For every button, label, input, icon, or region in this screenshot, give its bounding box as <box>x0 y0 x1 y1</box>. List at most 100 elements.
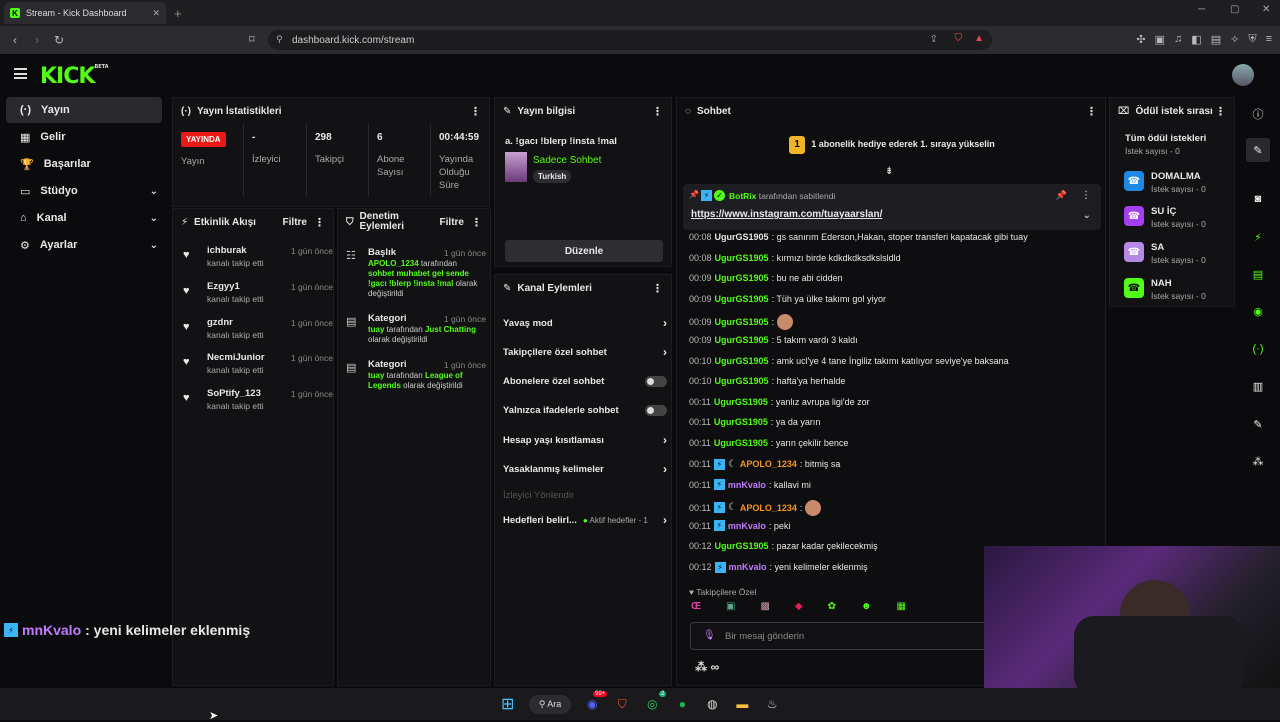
sidebar-item-ayarlar[interactable]: ⚙ Ayarlar ⌄ <box>6 232 162 258</box>
music-icon[interactable]: ♫ <box>1174 33 1182 46</box>
chat-username[interactable]: UgurGS1905 <box>715 335 769 345</box>
chat-bubble-icon[interactable]: ◉ <box>1246 299 1270 323</box>
more-options-icon[interactable]: ⋮ <box>652 282 663 295</box>
chat-username[interactable]: UgurGS1905 <box>714 417 768 427</box>
discord-icon[interactable]: ◉ 99+ <box>583 691 608 713</box>
all-rewards[interactable]: Tüm ödül istekleri İstek sayısı - 0 <box>1125 133 1206 156</box>
community-icon[interactable]: ⁂ <box>695 660 707 674</box>
file-explorer-icon[interactable]: ▬ <box>733 695 751 713</box>
chat-username[interactable]: UgurGS1905 <box>715 273 769 283</box>
maximize-icon[interactable]: ▢ <box>1230 4 1239 15</box>
notes-icon[interactable]: ▤ <box>1246 262 1270 286</box>
emote-icon[interactable]: ▩ <box>760 601 769 612</box>
emote-icon[interactable]: Œ <box>691 601 701 612</box>
subscribers-only-toggle[interactable] <box>645 375 667 387</box>
chat-username[interactable]: UgurGS1905 <box>715 376 769 386</box>
sidebar-item-kanal[interactable]: ⌂ Kanal ⌄ <box>6 205 162 231</box>
emote-icon[interactable]: ✿ <box>828 601 836 612</box>
chat-username[interactable]: UgurGS1905 <box>715 232 769 242</box>
reload-icon[interactable]: ↻ <box>48 33 70 47</box>
chat-username[interactable]: UgurGS1905 <box>715 253 769 263</box>
window-close-icon[interactable]: ✕ <box>1262 4 1270 15</box>
brave-shield-icon[interactable]: ⛉ <box>955 33 963 44</box>
menu-icon[interactable]: ≡ <box>1266 33 1272 46</box>
followers-only-row[interactable]: Takipçilere özel sohbet › <box>503 342 667 362</box>
brave-icon[interactable]: ⛉ <box>613 695 631 713</box>
infinity-icon[interactable]: ∞ <box>711 660 720 674</box>
user-avatar[interactable] <box>1232 64 1254 86</box>
minimize-icon[interactable]: ─ <box>1198 4 1205 15</box>
chat-username[interactable]: UgurGS1905 <box>715 294 769 304</box>
emote-icon[interactable]: ◆ <box>795 601 803 612</box>
share-icon[interactable]: ⇪ <box>930 34 938 45</box>
chat-username[interactable]: mnKvalo <box>729 562 767 572</box>
wallet-icon[interactable]: ▤ <box>1211 33 1221 46</box>
edit-layout-icon[interactable]: ✎ <box>1246 138 1270 162</box>
layers-icon[interactable]: ▥ <box>1246 374 1270 398</box>
back-icon[interactable]: ‹ <box>4 33 26 47</box>
chrome-icon[interactable]: ◍ <box>703 695 721 713</box>
chat-username[interactable]: UgurGS1905 <box>714 438 768 448</box>
kick-logo[interactable]: KICKBETA <box>40 64 109 89</box>
spotify-icon[interactable]: ● <box>673 695 691 713</box>
chat-username[interactable]: APOLO_1234 <box>740 459 797 469</box>
community-icon[interactable]: ⁂ <box>1246 449 1270 473</box>
sidebar-item-studyo[interactable]: ▭ Stüdyo ⌄ <box>6 178 162 204</box>
sidebar-item-basarilar[interactable]: 🏆 Başarılar <box>6 151 162 177</box>
chat-input[interactable]: 🎙 Bir mesaj gönderin <box>690 622 990 650</box>
more-options-icon[interactable]: ⋮ <box>471 216 482 229</box>
new-tab-button[interactable]: + <box>174 6 182 21</box>
chat-username[interactable]: UgurGS1905 <box>714 397 768 407</box>
emotes-only-toggle[interactable] <box>645 404 667 416</box>
forward-icon[interactable]: › <box>26 33 48 47</box>
goals-row[interactable]: Hedefleri belirl... ● Aktif hedefler - 1 › <box>503 510 667 530</box>
chat-username[interactable]: UgurGS1905 <box>715 541 769 551</box>
leo-icon[interactable]: ✧ <box>1230 33 1239 46</box>
emote-icon[interactable]: ▣ <box>726 601 735 612</box>
site-info-icon[interactable]: ⚲ <box>276 34 283 45</box>
brave-rewards-icon[interactable]: ▲ <box>974 33 984 44</box>
filter-button[interactable]: Filtre <box>283 217 307 228</box>
steam-icon[interactable]: ♨ <box>763 695 781 713</box>
chat-username[interactable]: UgurGS1905 <box>715 356 769 366</box>
windows-start-icon[interactable]: ⊞ <box>499 695 517 713</box>
edit-button[interactable]: Düzenle <box>505 240 663 262</box>
sidebar-toggle-icon[interactable]: ◧ <box>1191 33 1201 46</box>
sidebar-item-gelir[interactable]: ▦ Gelir <box>6 124 162 150</box>
emote-icon[interactable]: ▦ <box>897 601 906 612</box>
more-options-icon[interactable]: ⋮ <box>470 105 481 118</box>
emote-icon[interactable]: ☻ <box>861 601 872 612</box>
taskbar-search[interactable]: ⚲ Ara <box>528 694 572 714</box>
filter-button[interactable]: Filtre <box>440 217 464 228</box>
gift-promo[interactable]: 11 abonelik hediye ederek 1. sıraya yüks… <box>677 136 1107 154</box>
more-options-icon[interactable]: ⋮ <box>1086 105 1097 118</box>
lightning-icon[interactable]: ⚡ <box>1246 225 1270 249</box>
more-options-icon[interactable]: ⋮ <box>1215 105 1226 118</box>
chat-username[interactable]: UgurGS1905 <box>715 317 769 327</box>
broadcast-icon[interactable]: (·) <box>1246 337 1270 361</box>
wrench-icon[interactable]: ✎ <box>1246 412 1270 436</box>
chat-username[interactable]: mnKvalo <box>728 521 766 531</box>
expand-pinned-icon[interactable]: ⌄ <box>1083 210 1091 221</box>
account-age-row[interactable]: Hesap yaşı kısıtlaması › <box>503 430 667 450</box>
chat-username[interactable]: mnKvalo <box>728 480 766 490</box>
vpn-icon[interactable]: ⛨ <box>1248 33 1256 46</box>
more-options-icon[interactable]: ⋮ <box>1081 190 1091 201</box>
more-options-icon[interactable]: ⋮ <box>652 105 663 118</box>
camera-icon[interactable]: ◙ <box>1246 187 1270 211</box>
bookmark-icon[interactable]: ⌑ <box>249 33 255 46</box>
unpin-icon[interactable]: 📌 <box>1056 190 1067 201</box>
url-field[interactable]: ⚲ dashboard.kick.com/stream ⇪ ⛉ ▲ <box>268 30 992 50</box>
screenshot-icon[interactable]: ▣ <box>1155 33 1165 46</box>
chat-username[interactable]: APOLO_1234 <box>740 503 797 513</box>
info-icon[interactable]: ⓘ <box>1246 102 1270 126</box>
banned-words-row[interactable]: Yasaklanmış kelimeler › <box>503 459 667 479</box>
category-name[interactable]: Sadece Sohbet <box>533 155 601 166</box>
browser-tab[interactable]: K Stream - Kick Dashboard ✕ <box>4 2 166 24</box>
hamburger-menu-icon[interactable] <box>14 68 27 79</box>
pinned-link[interactable]: https://www.instagram.com/tuayaarslan/ <box>691 209 882 220</box>
tab-close-icon[interactable]: ✕ <box>152 8 160 19</box>
scroll-down-icon[interactable]: ⇟ <box>885 166 893 177</box>
whatsapp-icon[interactable]: ◎ 2 <box>643 691 667 713</box>
sidebar-item-yayin[interactable]: (·) Yayın <box>6 97 162 123</box>
